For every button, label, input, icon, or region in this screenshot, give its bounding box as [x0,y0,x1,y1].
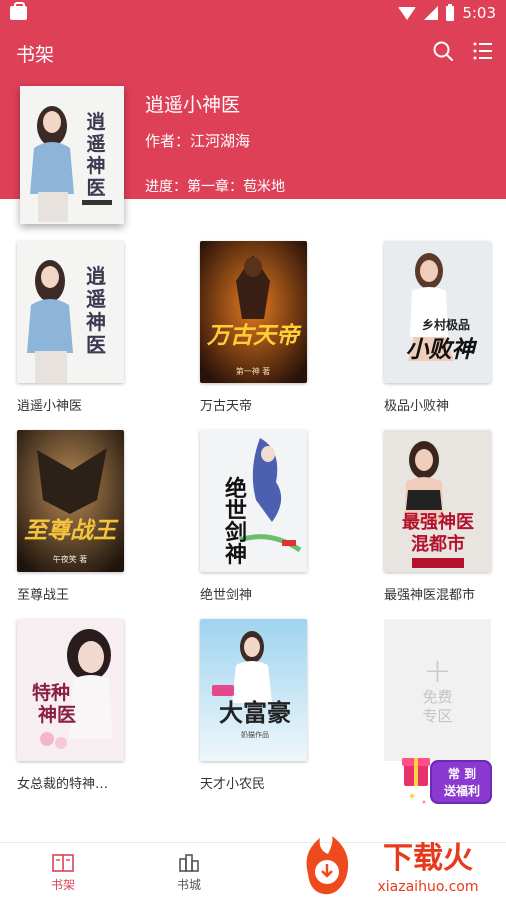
progress-label: 进度： [145,179,187,195]
plus-icon: + [423,651,452,691]
svg-text:特种: 特种 [32,682,70,704]
book-item[interactable]: 至尊战王 午夜笑 著 至尊战王 [17,430,125,603]
book-item[interactable]: 万古天帝 第一神 著 万古天帝 [200,241,308,414]
tab-bookshelf[interactable]: 书架 [33,853,93,893]
svg-text:最强神医: 最强神医 [402,511,474,533]
book-title: 逍遥小神医 [17,399,83,414]
svg-text:混都市: 混都市 [411,533,465,555]
app-bar: 书架 [0,28,506,76]
search-icon[interactable] [432,40,454,62]
book-item[interactable]: 乡村极品 小败神 极品小败神 [384,241,492,414]
book-cover[interactable]: 绝 世 剑 神 [200,430,307,572]
book-cover[interactable]: 最强神医 混都市 [384,430,491,572]
svg-text:神: 神 [86,310,106,334]
featured-book-cover[interactable]: 逍 遥 神 医 [20,86,124,224]
svg-text:乡村极品: 乡村极品 [422,317,470,332]
tab-bookstore[interactable]: 书城 [159,853,219,893]
watermark-url: xiazaihuo.com [378,879,479,895]
featured-book-title[interactable]: 逍遥小神医 [145,90,240,117]
page-title: 书架 [16,44,55,66]
book-item[interactable]: 大富豪 奶猫作品 天才小农民 [200,619,308,792]
progress-chapter: 第一章：苞米地 [187,179,285,195]
author-name: 江河湖海 [190,132,251,150]
svg-text:医: 医 [86,333,106,357]
book-title: 最强神医混都市 [384,588,476,603]
book-item[interactable]: 特种 神医 女总裁的特神… [17,619,125,792]
book-item[interactable]: 逍 遥 神 医 逍遥小神医 [17,241,125,414]
book-cover[interactable]: 大富豪 奶猫作品 [200,619,307,761]
status-bar: 5:03 [0,0,506,28]
book-item[interactable]: 绝 世 剑 神 绝世剑神 [200,430,308,603]
wifi-icon [398,6,417,20]
svg-text:逍: 逍 [86,264,106,288]
welfare-line1: 常 到 [448,766,476,781]
book-cover[interactable]: 乡村极品 小败神 [384,241,491,383]
tab-bookstore-label: 书城 [176,878,201,892]
svg-text:神: 神 [86,154,105,177]
svg-text:神医: 神医 [38,703,76,726]
svg-text:万古天帝: 万古天帝 [206,322,302,349]
svg-text:至尊战王: 至尊战王 [24,517,119,544]
book-title: 至尊战王 [17,588,70,603]
tab-bookshelf-label: 书架 [50,878,75,892]
author-label: 作者： [145,132,191,150]
svg-text:医: 医 [86,177,105,199]
svg-text:神: 神 [225,542,247,568]
book-item[interactable]: 最强神医 混都市 最强神医混都市 [384,430,492,603]
book-cover[interactable]: 至尊战王 午夜笑 著 [17,430,124,572]
bookshelf-icon [52,854,74,872]
free-zone-label-line2: 专区 [422,707,453,725]
bookshelf-page: 5:03 书架 逍 遥 神 医 逍遥小神医 作者： 江河湖海 进度： 第一章：苞… [0,0,506,900]
welfare-gift-badge[interactable]: 常 到 送福利 [402,746,494,810]
signal-icon [424,6,439,20]
book-title: 绝世剑神 [200,588,253,603]
status-time: 5:03 [462,4,496,22]
featured-book-author: 作者： 江河湖海 [145,130,250,151]
book-cover[interactable]: 万古天帝 第一神 著 [200,241,307,383]
svg-text:第一神 著: 第一神 著 [236,366,271,376]
svg-text:遥: 遥 [86,287,106,311]
book-cover[interactable]: 逍 遥 神 医 [17,241,124,383]
book-title: 女总裁的特神… [17,777,109,792]
svg-text:小败神: 小败神 [406,336,478,363]
svg-text:午夜笑 著: 午夜笑 著 [53,554,88,564]
free-zone-tile[interactable]: + 免费 专区 [384,619,491,761]
xiazaihuo-watermark-logo: 下载火 xiazaihuo.com [306,836,479,895]
shopping-bag-icon [10,2,27,20]
featured-reading-progress: 进度： 第一章：苞米地 [145,176,285,196]
svg-text:遥: 遥 [86,133,105,155]
svg-text:大富豪: 大富豪 [219,698,291,727]
book-title: 万古天帝 [200,399,253,414]
free-zone-button[interactable]: + 免费 专区 [384,619,492,761]
svg-text:逍: 逍 [86,110,105,133]
free-zone-label-line1: 免费 [422,688,453,706]
bookstore-icon [179,854,199,872]
battery-icon [446,3,455,21]
welfare-line2: 送福利 [443,783,480,798]
book-cover[interactable]: 特种 神医 [17,619,124,761]
book-title: 极品小败神 [384,399,450,414]
svg-text:奶猫作品: 奶猫作品 [241,730,269,739]
book-title: 天才小农民 [200,777,266,792]
list-menu-icon[interactable] [472,40,494,62]
watermark-brand: 下载火 [383,841,473,876]
